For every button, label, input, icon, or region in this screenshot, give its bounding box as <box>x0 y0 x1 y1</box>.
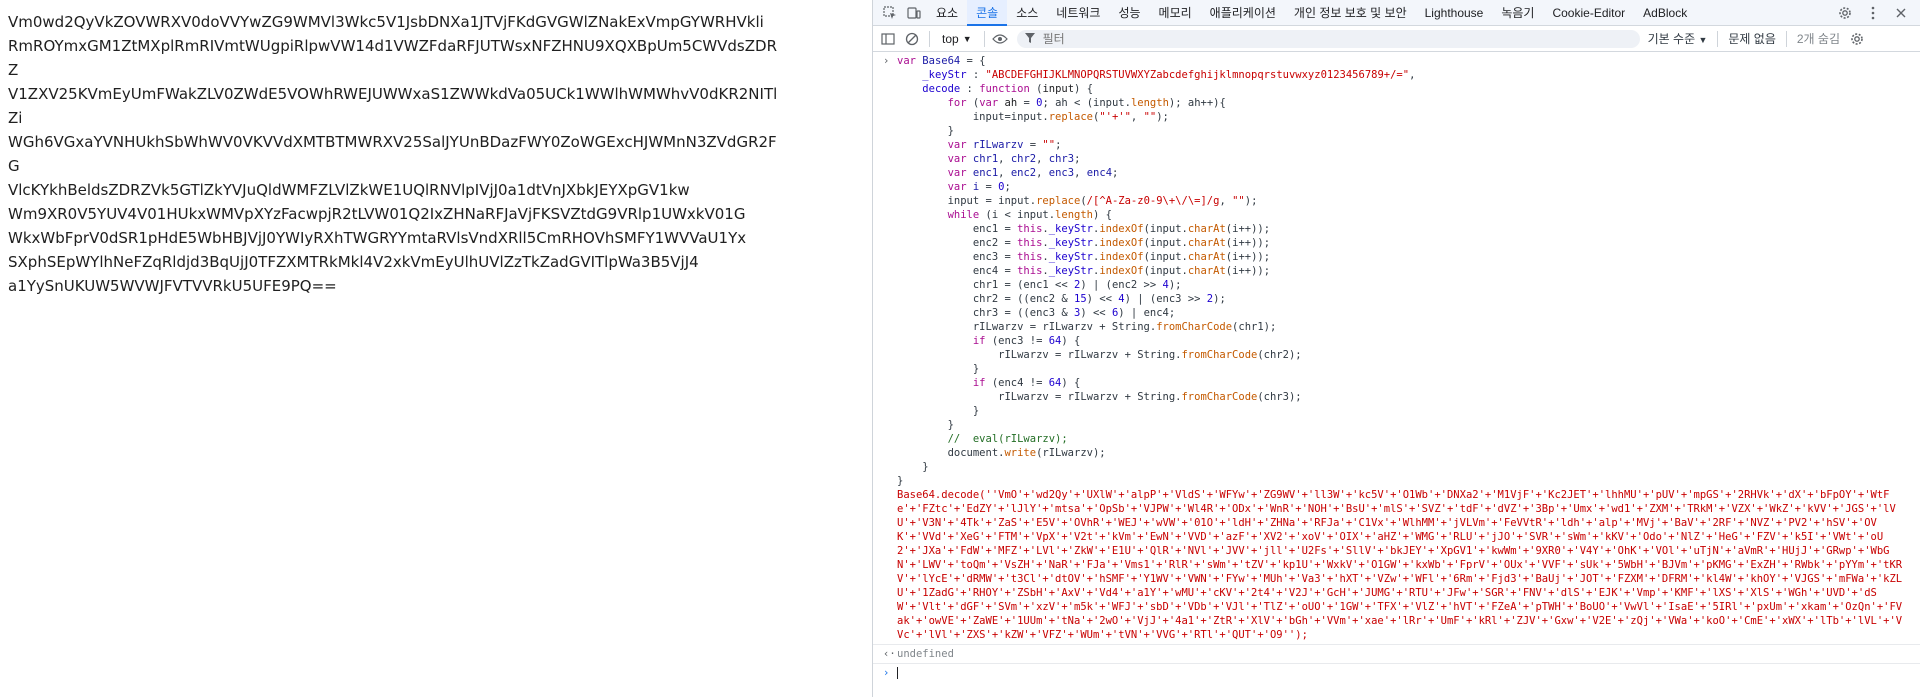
tab-adblock[interactable]: AdBlock <box>1634 0 1696 26</box>
inspect-element-icon[interactable] <box>879 2 901 24</box>
web-page: Vm0wd2QyVkZOVWRXV0doVVYwZG9WMVl3Wkc5V1Js… <box>0 0 872 697</box>
devtools-tab-bar: 요소 콘솔 소스 네트워크 성능 메모리 애플리케이션 개인 정보 보호 및 보… <box>873 0 1920 26</box>
clear-console-icon[interactable] <box>901 28 923 50</box>
context-label: top <box>942 31 959 46</box>
chevron-down-icon: ▼ <box>962 33 972 44</box>
tab-recorder[interactable]: 녹음기 <box>1492 0 1543 26</box>
toolbar-divider <box>929 30 930 47</box>
console-toolbar: top ▼ 기본 수준 ▼ 문제 없음 2개 숨김 <box>873 26 1920 52</box>
tab-console[interactable]: 콘솔 <box>967 0 1008 26</box>
page-text-line: Wm9XR0V5YUV4V01HUkxWMVpXYzFacwpjR2tLVW01… <box>8 205 746 223</box>
page-text-line: WGh6VGxaYVNHUkhSbWhWV0VKVVdXMTBTMWRXV25S… <box>8 133 777 175</box>
prompt-chevron-icon: › <box>883 667 890 679</box>
base64-decode-call: Base64.decode(''VmO'+'wd2Qy'+'UXlW'+'alp… <box>897 489 1903 641</box>
tab-elements[interactable]: 요소 <box>927 0 967 26</box>
console-output[interactable]: › var Base64 = { _keyStr : "ABCDEFGHIJKL… <box>873 52 1920 697</box>
page-text-line: Vm0wd2QyVkZOVWRXV0doVVYwZG9WMVl3Wkc5V1Js… <box>8 13 764 31</box>
page-text: Vm0wd2QyVkZOVWRXV0doVVYwZG9WMVl3Wkc5V1Js… <box>0 0 778 298</box>
tab-sources[interactable]: 소스 <box>1007 0 1047 26</box>
tab-network[interactable]: 네트워크 <box>1047 0 1109 26</box>
tab-memory[interactable]: 메모리 <box>1150 0 1201 26</box>
console-input-entry: › var Base64 = { _keyStr : "ABCDEFGHIJKL… <box>873 52 1920 644</box>
filter-input[interactable] <box>1040 30 1565 47</box>
close-icon[interactable] <box>1890 2 1912 24</box>
text-caret <box>897 667 898 679</box>
devtools-panel: 요소 콘솔 소스 네트워크 성능 메모리 애플리케이션 개인 정보 보호 및 보… <box>872 0 1920 697</box>
page-text-line: RmROYmxGM1ZtMXplRmRIVmtWUgpiRlpwVW14d1VW… <box>8 37 777 79</box>
console-settings-gear-icon[interactable] <box>1846 28 1868 50</box>
toolbar-divider <box>1717 30 1719 47</box>
page-text-line: WkxWbFprV0dSR1pHdE5WbHBJVjJ0YWIyRXhTWGRY… <box>8 229 747 247</box>
page-text-line: SXphSEpWYlhNeFZqRldjd3BqUjJ0TFZXMTRkMkl4… <box>8 253 699 271</box>
log-level-label: 기본 수준 <box>1647 32 1696 46</box>
tab-bar-actions <box>1834 0 1914 26</box>
page-text-line: VlcKYkhBeldsZDRZVk5GTlZkYVJuQldWMFZLVlZk… <box>8 181 690 199</box>
toolbar-right: 기본 수준 ▼ 문제 없음 2개 숨김 <box>1648 28 1874 50</box>
log-level-dropdown[interactable]: 기본 수준 ▼ <box>1648 30 1708 47</box>
console-result-entry: ‹· undefined <box>873 644 1920 663</box>
sidebar-toggle-icon[interactable] <box>877 28 899 50</box>
console-prompt[interactable]: › <box>873 663 1920 688</box>
chevron-down-icon: ▼ <box>1698 35 1708 45</box>
tab-lighthouse[interactable]: Lighthouse <box>1416 0 1493 26</box>
tab-privacy-security[interactable]: 개인 정보 보호 및 보안 <box>1285 0 1416 26</box>
filter-field[interactable] <box>1016 29 1640 48</box>
input-chevron-icon: › <box>883 55 890 67</box>
page-text-line: a1YySnUKUW5WVWJFVTVVRkU5UFE9PQ== <box>8 277 337 295</box>
console-code-block: var Base64 = { _keyStr : "ABCDEFGHIJKLMN… <box>897 55 1416 487</box>
result-arrow-icon: ‹· <box>883 648 896 660</box>
live-expression-eye-icon[interactable] <box>989 28 1011 50</box>
context-selector[interactable]: top ▼ <box>938 32 976 46</box>
result-value: undefined <box>897 648 954 660</box>
tab-performance[interactable]: 성능 <box>1109 0 1149 26</box>
filter-funnel-icon <box>1024 32 1035 46</box>
tab-application[interactable]: 애플리케이션 <box>1201 0 1285 26</box>
page-text-line: V1ZXV25KVmEyUmFWakZLV0ZWdE5VOWhRWEJUWWxa… <box>8 85 778 127</box>
settings-gear-icon[interactable] <box>1834 2 1856 24</box>
hidden-count: 2개 숨김 <box>1796 32 1841 46</box>
toolbar-divider <box>983 30 985 47</box>
more-options-icon[interactable] <box>1862 2 1884 24</box>
toolbar-divider <box>1785 30 1787 47</box>
device-toolbar-icon[interactable] <box>903 2 925 24</box>
tab-cookie-editor[interactable]: Cookie-Editor <box>1543 0 1634 26</box>
issues-counter[interactable]: 문제 없음 <box>1728 30 1776 47</box>
